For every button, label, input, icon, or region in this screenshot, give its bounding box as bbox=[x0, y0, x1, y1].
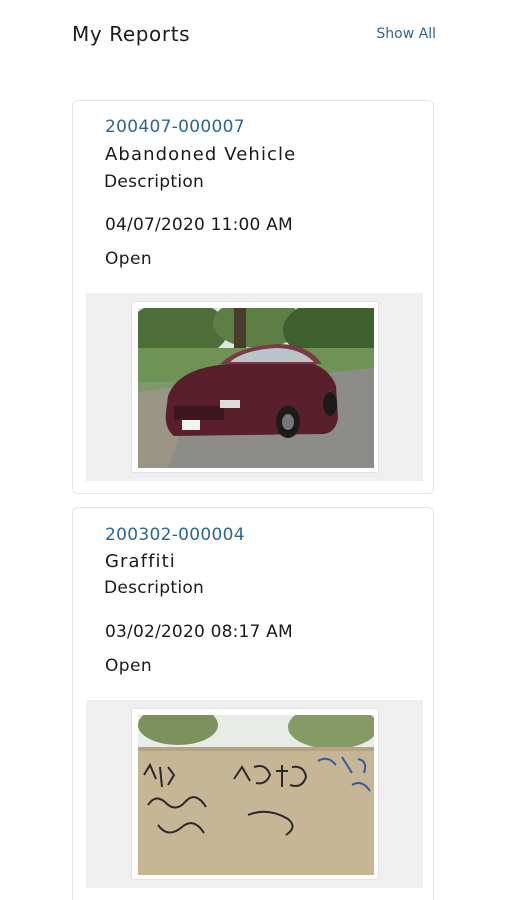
report-datetime: 04/07/2020 11:00 AM bbox=[105, 215, 293, 235]
photo-area bbox=[86, 293, 423, 481]
show-all-link[interactable]: Show All bbox=[376, 26, 436, 42]
abandoned-vehicle-photo[interactable] bbox=[131, 301, 379, 473]
report-card[interactable]: 200302-000004 Graffiti Description 03/02… bbox=[72, 507, 434, 900]
report-status: Open bbox=[105, 656, 153, 676]
graffiti-wall-photo[interactable] bbox=[131, 708, 379, 880]
report-type: Abandoned Vehicle bbox=[105, 144, 297, 165]
report-status: Open bbox=[105, 249, 153, 269]
report-description: Description bbox=[104, 578, 205, 598]
report-datetime: 03/02/2020 08:17 AM bbox=[105, 622, 293, 642]
report-id-link[interactable]: 200407-000007 bbox=[105, 117, 245, 137]
photo-area bbox=[86, 700, 423, 888]
page-title: My Reports bbox=[72, 22, 191, 46]
reports-header: My Reports Show All bbox=[72, 22, 436, 52]
report-type: Graffiti bbox=[105, 551, 176, 572]
car-photo-image bbox=[138, 308, 374, 468]
report-description: Description bbox=[104, 172, 205, 192]
graffiti-photo-image bbox=[138, 715, 374, 875]
report-card[interactable]: 200407-000007 Abandoned Vehicle Descript… bbox=[72, 100, 434, 494]
report-id-link[interactable]: 200302-000004 bbox=[105, 525, 245, 545]
